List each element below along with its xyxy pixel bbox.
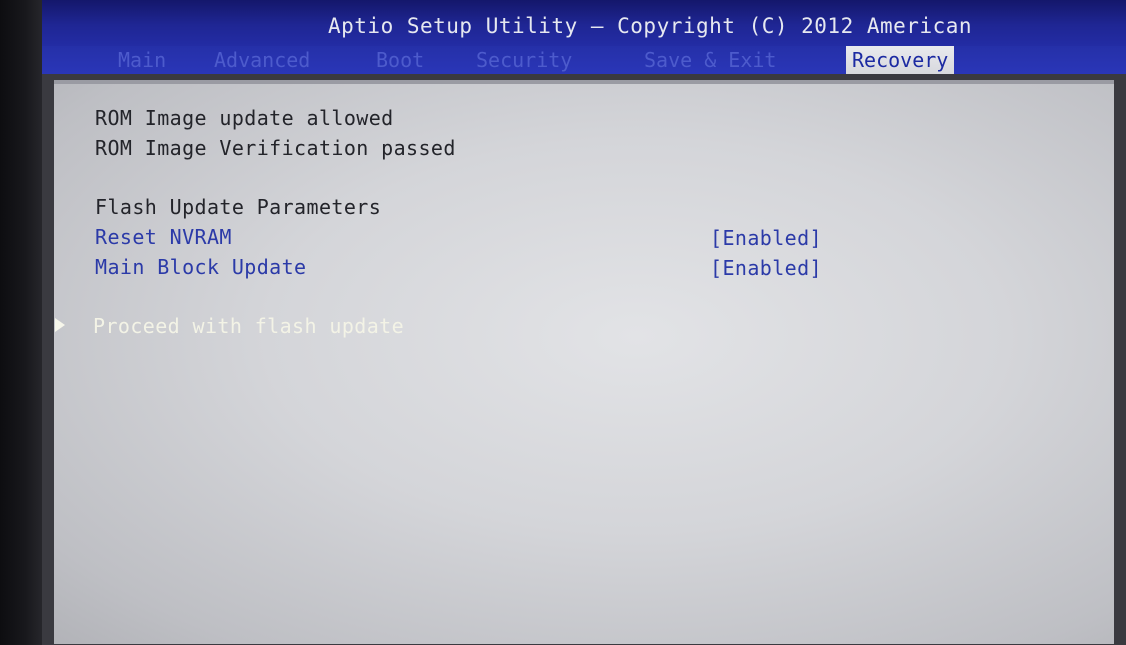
- reset-nvram-value[interactable]: [Enabled]: [710, 226, 822, 250]
- bios-screen: Aptio Setup Utility – Copyright (C) 2012…: [0, 0, 1126, 645]
- title-bar: Aptio Setup Utility – Copyright (C) 2012…: [42, 0, 1126, 46]
- section-heading: Flash Update Parameters: [95, 195, 382, 219]
- recovery-panel: [54, 84, 1114, 644]
- triangle-right-icon: [55, 318, 65, 332]
- tab-main[interactable]: Main: [112, 46, 172, 74]
- tab-advanced[interactable]: Advanced: [208, 46, 316, 74]
- rom-verification-status: ROM Image Verification passed: [95, 136, 456, 160]
- main-block-update-value[interactable]: [Enabled]: [710, 256, 822, 280]
- reset-nvram-option[interactable]: Reset NVRAM: [95, 225, 232, 249]
- tab-bar: Main Advanced Boot Security Save & Exit …: [42, 46, 1126, 74]
- monitor-bezel: [0, 0, 42, 645]
- tab-recovery[interactable]: Recovery: [846, 46, 955, 74]
- rom-update-status: ROM Image update allowed: [95, 106, 394, 130]
- window-title: Aptio Setup Utility – Copyright (C) 2012…: [328, 14, 973, 38]
- main-block-update-option[interactable]: Main Block Update: [95, 255, 307, 279]
- tab-security[interactable]: Security: [470, 46, 578, 74]
- tab-save-exit[interactable]: Save & Exit: [638, 46, 782, 74]
- tab-boot[interactable]: Boot: [370, 46, 430, 74]
- proceed-flash-update-button[interactable]: Proceed with flash update: [93, 314, 404, 338]
